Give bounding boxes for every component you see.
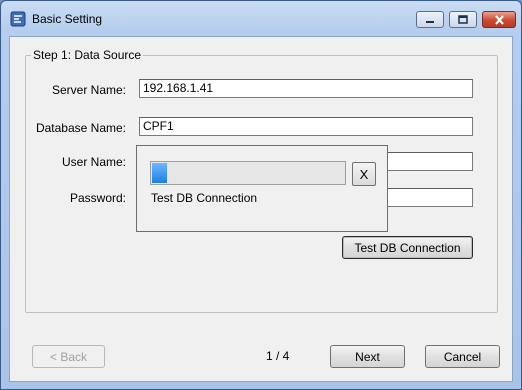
password-label: Password:	[69, 191, 126, 205]
database-name-label: Database Name:	[35, 121, 126, 135]
progress-fill	[152, 163, 167, 183]
basic-setting-window: Basic Setting Step 1: Data Source Server…	[0, 0, 522, 390]
back-button[interactable]: < Back	[32, 345, 105, 368]
close-icon	[494, 14, 504, 25]
progress-popup: X Test DB Connection	[136, 145, 388, 232]
dialog-client-area: Step 1: Data Source Server Name: 192.168…	[9, 36, 513, 382]
server-name-label: Server Name:	[51, 83, 126, 97]
progress-status-text: Test DB Connection	[151, 191, 258, 205]
minimize-button[interactable]	[416, 11, 444, 28]
minimize-icon	[426, 20, 434, 23]
window-title: Basic Setting	[32, 12, 103, 26]
page-indicator: 1 / 4	[266, 349, 290, 363]
maximize-button[interactable]	[449, 11, 477, 28]
app-icon	[10, 11, 26, 27]
database-name-input[interactable]: CPF1	[139, 117, 473, 136]
user-name-label: User Name:	[61, 155, 126, 169]
popup-close-button[interactable]: X	[352, 162, 376, 186]
test-db-connection-label: Test DB Connection	[354, 240, 461, 255]
group-legend: Step 1: Data Source	[31, 48, 144, 62]
back-button-label: < Back	[49, 349, 88, 364]
maximize-icon	[458, 15, 468, 24]
popup-close-label: X	[359, 166, 369, 182]
progress-bar	[150, 161, 346, 185]
next-button-label: Next	[355, 349, 380, 364]
cancel-button-label: Cancel	[443, 349, 482, 364]
title-bar[interactable]: Basic Setting	[1, 1, 521, 35]
test-db-connection-button[interactable]: Test DB Connection	[342, 236, 473, 259]
window-close-button[interactable]	[482, 11, 516, 28]
server-name-input[interactable]: 192.168.1.41	[139, 79, 473, 98]
next-button[interactable]: Next	[330, 345, 405, 368]
cancel-button[interactable]: Cancel	[425, 345, 500, 368]
